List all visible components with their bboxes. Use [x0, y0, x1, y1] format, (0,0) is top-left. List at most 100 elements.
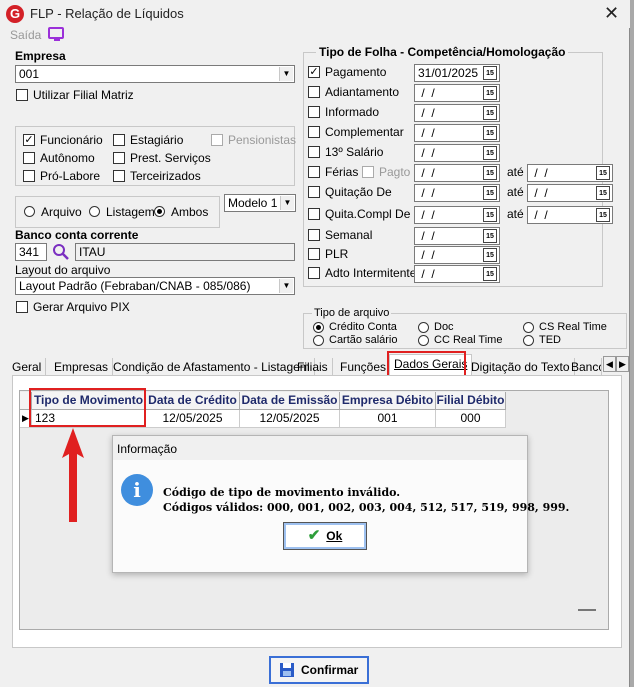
ambos-radio[interactable] — [154, 206, 165, 217]
folha-date-input-3[interactable]: / / 15 — [414, 124, 500, 142]
arquivo-label: Arquivo — [41, 205, 82, 219]
doc-radio[interactable] — [418, 322, 429, 333]
tab-scroll-right-icon[interactable]: ▶ — [616, 356, 629, 372]
folha-checkbox-1[interactable] — [308, 86, 320, 98]
cell-data-emissao[interactable]: 12/05/2025 — [240, 410, 340, 428]
tipo-folha-header: Tipo de Folha - Competência/Homologação — [316, 45, 569, 59]
folha-checkbox-10[interactable] — [308, 267, 320, 279]
calendar-icon[interactable]: 15 — [483, 106, 497, 120]
col-filial-debito[interactable]: Filial Débito — [436, 392, 506, 410]
cartao-salario-label: Cartão salário — [329, 334, 398, 346]
cell-data-credito[interactable]: 12/05/2025 — [146, 410, 240, 428]
tab-geral[interactable]: Geral — [8, 358, 47, 376]
banco-code-input[interactable]: 341 — [15, 243, 47, 261]
col-empresa-debito[interactable]: Empresa Débito — [340, 392, 436, 410]
cartao-salario-radio[interactable] — [313, 335, 324, 346]
pro-labore-checkbox[interactable] — [23, 170, 35, 182]
search-icon[interactable] — [52, 243, 70, 261]
folha-checkbox-8[interactable] — [308, 229, 320, 241]
folha-checkbox-2[interactable] — [308, 106, 320, 118]
cell-filial-debito[interactable]: 000 — [436, 410, 506, 428]
credito-conta-radio[interactable] — [313, 322, 324, 333]
listagem-label: Listagem — [106, 205, 155, 219]
red-arrow-annotation — [62, 428, 84, 522]
calendar-icon[interactable]: 15 — [596, 166, 610, 180]
cc-real-time-radio[interactable] — [418, 335, 429, 346]
chevron-down-icon[interactable]: ▼ — [280, 196, 294, 210]
folha-checkbox-0[interactable]: ✓ — [308, 66, 320, 78]
calendar-icon[interactable]: 15 — [483, 166, 497, 180]
tab-scroll-left-icon[interactable]: ◀ — [603, 356, 616, 372]
folha-checkbox-5[interactable] — [308, 166, 320, 178]
banco-name-field: ITAU — [75, 243, 295, 261]
utilizar-filial-matriz-checkbox[interactable] — [16, 89, 28, 101]
close-icon[interactable]: ✕ — [604, 3, 619, 24]
calendar-icon[interactable]: 15 — [596, 208, 610, 222]
folha-date-input-5[interactable]: / / 15 — [414, 164, 500, 182]
calendar-icon[interactable]: 15 — [596, 186, 610, 200]
folha-date-until-input-6[interactable]: / / 15 — [527, 184, 613, 202]
folha-date-input-0[interactable]: 31/01/2025 15 — [414, 64, 500, 82]
cell-empresa-debito[interactable]: 001 — [340, 410, 436, 428]
tab-empresas[interactable]: Empresas — [50, 358, 114, 376]
folha-date-input-2[interactable]: / / 15 — [414, 104, 500, 122]
empresa-combo[interactable]: 001 ▼ — [15, 65, 295, 83]
folha-checkbox-7[interactable] — [308, 208, 320, 220]
folha-checkbox-6[interactable] — [308, 186, 320, 198]
scroll-indicator — [578, 609, 596, 611]
folha-date-until-input-5[interactable]: / / 15 — [527, 164, 613, 182]
folha-date-input-4[interactable]: / / 15 — [414, 144, 500, 162]
folha-date-input-6[interactable]: / / 15 — [414, 184, 500, 202]
gerar-pix-checkbox[interactable] — [16, 301, 28, 313]
folha-label-8: Semanal — [325, 228, 373, 242]
pagto-checkbox[interactable] — [362, 166, 374, 178]
calendar-icon[interactable]: 15 — [483, 66, 497, 80]
arquivo-radio[interactable] — [24, 206, 35, 217]
chevron-down-icon[interactable]: ▼ — [279, 67, 293, 81]
calendar-icon[interactable]: 15 — [483, 229, 497, 243]
calendar-icon[interactable]: 15 — [483, 267, 497, 281]
terceirizados-checkbox[interactable] — [113, 170, 125, 182]
folha-date-input-10[interactable]: / / 15 — [414, 265, 500, 283]
tab-banco[interactable]: Banco — [567, 358, 602, 376]
menu-saida[interactable]: Saída — [10, 28, 41, 42]
pensionistas-checkbox[interactable] — [211, 134, 223, 146]
calendar-icon[interactable]: 15 — [483, 186, 497, 200]
prest-servicos-checkbox[interactable] — [113, 152, 125, 164]
col-data-credito[interactable]: Data de Crédito — [146, 392, 240, 410]
calendar-icon[interactable]: 15 — [483, 86, 497, 100]
calendar-icon[interactable]: 15 — [483, 146, 497, 160]
save-icon — [280, 663, 294, 677]
cs-real-time-radio[interactable] — [523, 322, 534, 333]
modelo-combo[interactable]: Modelo 1 ▼ — [224, 194, 296, 212]
folha-checkbox-4[interactable] — [308, 146, 320, 158]
folha-checkbox-3[interactable] — [308, 126, 320, 138]
folha-date-input-8[interactable]: / / 15 — [414, 227, 500, 245]
col-data-emissao[interactable]: Data de Emissão — [240, 392, 340, 410]
calendar-icon[interactable]: 15 — [483, 248, 497, 262]
listagem-radio[interactable] — [89, 206, 100, 217]
ted-radio[interactable] — [523, 335, 534, 346]
autonomo-checkbox[interactable] — [23, 152, 35, 164]
folha-date-until-input-7[interactable]: / / 15 — [527, 206, 613, 224]
folha-date-input-7[interactable]: / / 15 — [414, 206, 500, 224]
ok-button[interactable]: ✔ Ok — [283, 522, 367, 550]
info-icon: i — [121, 474, 153, 506]
tab-filiais[interactable]: Filiais — [293, 358, 333, 376]
chevron-down-icon[interactable]: ▼ — [279, 279, 293, 293]
monitor-icon[interactable] — [48, 27, 64, 41]
tab-condicao-afastamento[interactable]: Condição de Afastamento - Listagem — [109, 358, 315, 376]
folha-date-input-1[interactable]: / / 15 — [414, 84, 500, 102]
folha-checkbox-9[interactable] — [308, 248, 320, 260]
confirmar-button[interactable]: Confirmar — [269, 656, 369, 684]
calendar-icon[interactable]: 15 — [483, 208, 497, 222]
funcionario-checkbox[interactable]: ✓ — [23, 134, 35, 146]
estagiario-checkbox[interactable] — [113, 134, 125, 146]
prest-servicos-label: Prest. Serviços — [130, 151, 211, 165]
folha-date-input-9[interactable]: / / 15 — [414, 246, 500, 264]
ate-label: até — [507, 207, 524, 221]
layout-combo[interactable]: Layout Padrão (Febraban/CNAB - 085/086) … — [15, 277, 295, 295]
tab-digitacao-texto[interactable]: Digitação do Texto — [467, 358, 575, 376]
calendar-icon[interactable]: 15 — [483, 126, 497, 140]
tab-funcoes[interactable]: Funções — [336, 358, 392, 376]
